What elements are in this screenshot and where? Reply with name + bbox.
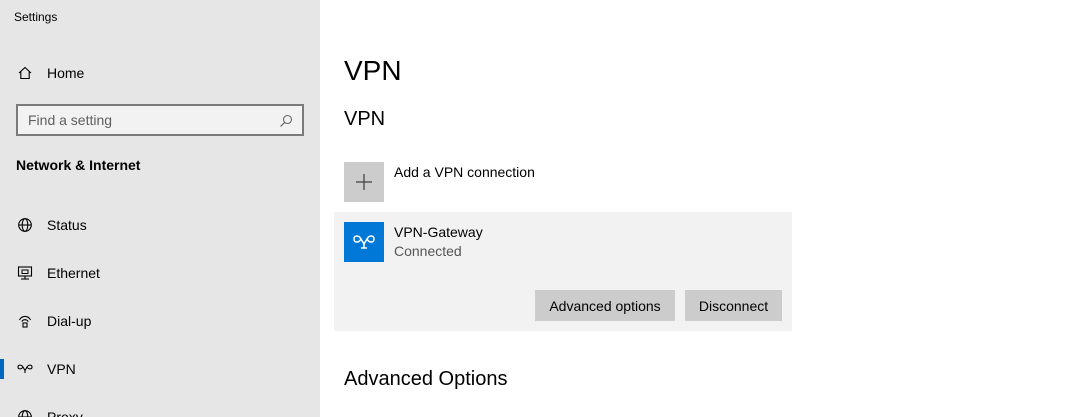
main-content: VPN VPN Add a VPN connection VPN-Gateway… [320, 0, 1079, 417]
window-title: Settings [14, 10, 58, 24]
section-heading: Network & Internet [16, 157, 141, 173]
vpn-icon [16, 360, 34, 378]
plus-icon [344, 162, 384, 202]
sidebar-item-label: Dial-up [47, 313, 92, 329]
sidebar-item-proxy[interactable]: Proxy [0, 397, 320, 417]
vpn-connection-status: Connected [394, 243, 462, 259]
sidebar-item-dial-up[interactable]: Dial-up [0, 301, 320, 341]
section-title: VPN [344, 108, 386, 130]
disconnect-button[interactable]: Disconnect [685, 290, 782, 321]
sidebar-item-label: Ethernet [47, 265, 100, 281]
ethernet-icon [16, 264, 34, 282]
sidebar-item-label: Home [47, 65, 85, 81]
home-icon [16, 64, 34, 82]
search-input[interactable]: Find a setting [16, 104, 304, 136]
vpn-connection-icon [344, 222, 384, 262]
sidebar: Settings Home Find a setting Network & I… [0, 0, 320, 417]
search-icon[interactable] [278, 113, 294, 129]
search-placeholder: Find a setting [28, 112, 113, 128]
vpn-connection-name: VPN-Gateway [394, 224, 483, 240]
page-title: VPN [344, 55, 402, 86]
advanced-options-button[interactable]: Advanced options [535, 290, 675, 321]
sidebar-item-vpn[interactable]: VPN [0, 349, 320, 389]
globe-icon [16, 216, 34, 234]
vpn-connection-card[interactable]: VPN-Gateway Connected Advanced options D… [334, 212, 792, 331]
sidebar-item-label: VPN [47, 361, 76, 377]
advanced-options-heading: Advanced Options [344, 368, 508, 390]
dialup-icon [16, 312, 34, 330]
globe-icon [16, 408, 34, 417]
sidebar-item-ethernet[interactable]: Ethernet [0, 253, 320, 293]
sidebar-item-status[interactable]: Status [0, 205, 320, 245]
add-vpn-connection-button[interactable]: Add a VPN connection [344, 162, 744, 202]
sidebar-item-label: Proxy [47, 409, 83, 417]
add-vpn-connection-label: Add a VPN connection [394, 164, 535, 180]
sidebar-item-home[interactable]: Home [0, 53, 320, 93]
sidebar-item-label: Status [47, 217, 87, 233]
